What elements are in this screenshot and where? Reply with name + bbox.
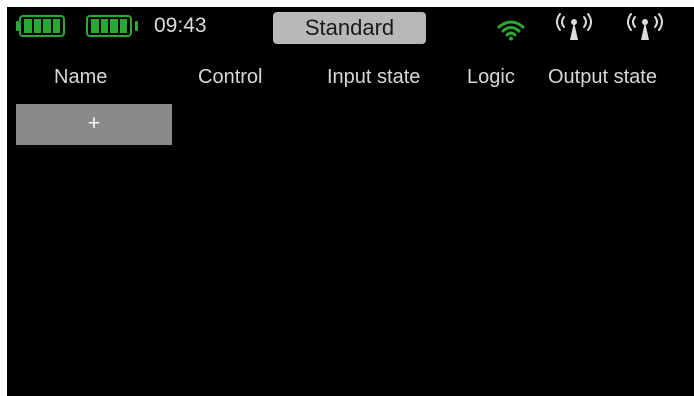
antenna-signal-icon xyxy=(556,13,592,40)
column-control: Control xyxy=(198,66,263,88)
screen: 09:43 Standard Name Control Input state … xyxy=(7,7,694,396)
column-name: Name xyxy=(54,66,108,88)
transmitter-battery-icon xyxy=(16,15,70,37)
table-header: Name Control Input state Logic Output st… xyxy=(7,65,694,93)
wifi-icon xyxy=(497,20,525,41)
mode-button[interactable]: Standard xyxy=(273,12,426,44)
clock: 09:43 xyxy=(154,14,207,37)
column-input-state: Input state xyxy=(327,66,421,88)
column-output-state: Output state xyxy=(548,66,657,88)
column-logic: Logic xyxy=(467,66,515,88)
add-button[interactable]: + xyxy=(16,104,172,145)
receiver-battery-icon xyxy=(85,15,139,37)
antenna-signal-icon xyxy=(627,13,663,40)
